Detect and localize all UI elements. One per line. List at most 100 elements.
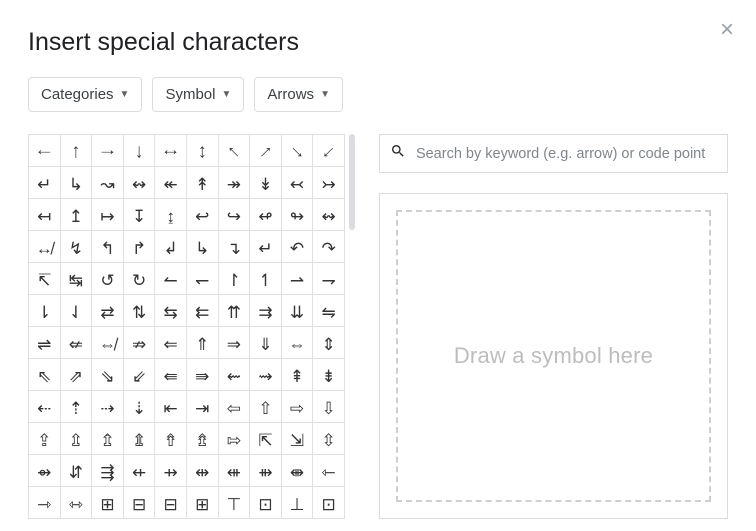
character-cell[interactable]: ← (29, 135, 61, 167)
character-cell[interactable]: ⇦ (219, 391, 251, 423)
character-cell[interactable]: ↼ (155, 263, 187, 295)
character-cell[interactable]: ⊤ (219, 487, 251, 519)
character-cell[interactable]: ⊡ (313, 487, 345, 519)
character-cell[interactable]: ↽ (187, 263, 219, 295)
character-cell[interactable]: ⇨ (282, 391, 314, 423)
character-cell[interactable]: ⊞ (92, 487, 124, 519)
character-cell[interactable]: ↗ (250, 135, 282, 167)
character-cell[interactable]: ⇯ (187, 423, 219, 455)
character-cell[interactable]: ⇣ (124, 391, 156, 423)
character-cell[interactable]: ⇿ (61, 487, 93, 519)
character-cell[interactable]: ⇴ (29, 455, 61, 487)
character-cell[interactable]: ↕ (187, 135, 219, 167)
character-cell[interactable]: ⇑ (187, 327, 219, 359)
character-cell[interactable]: ↙ (313, 135, 345, 167)
character-cell[interactable]: ↲ (155, 231, 187, 263)
character-cell[interactable]: ↶ (282, 231, 314, 263)
character-cell[interactable]: ↑ (61, 135, 93, 167)
character-cell[interactable]: ⇊ (282, 295, 314, 327)
character-cell[interactable]: ↟ (187, 167, 219, 199)
character-cell[interactable]: ↰ (92, 231, 124, 263)
character-cell[interactable]: ↝ (92, 167, 124, 199)
character-cell[interactable]: ↹ (61, 263, 93, 295)
character-cell[interactable]: ⇫ (61, 423, 93, 455)
character-cell[interactable]: ⇀ (282, 263, 314, 295)
character-cell[interactable]: ↷ (313, 231, 345, 263)
character-cell[interactable]: ↭ (124, 167, 156, 199)
draw-canvas[interactable]: Draw a symbol here (396, 210, 711, 502)
character-cell[interactable]: ⇼ (282, 455, 314, 487)
character-cell[interactable]: ↞ (155, 167, 187, 199)
character-cell[interactable]: ⇗ (61, 359, 93, 391)
character-cell[interactable]: ↴ (219, 231, 251, 263)
categories-dropdown[interactable]: Categories ▼ (28, 77, 142, 112)
character-cell[interactable]: → (92, 135, 124, 167)
character-cell[interactable]: ↧ (124, 199, 156, 231)
character-cell[interactable]: ⇒ (219, 327, 251, 359)
character-cell[interactable]: ↖ (219, 135, 251, 167)
character-cell[interactable]: ⇓ (250, 327, 282, 359)
character-cell[interactable]: ↸ (29, 263, 61, 295)
character-cell[interactable]: ↿ (250, 263, 282, 295)
character-cell[interactable]: ↫ (250, 199, 282, 231)
arrows-dropdown[interactable]: Arrows ▼ (254, 77, 343, 112)
character-cell[interactable]: ↣ (313, 167, 345, 199)
character-cell[interactable]: ⇜ (219, 359, 251, 391)
character-cell[interactable]: ⇰ (219, 423, 251, 455)
character-cell[interactable]: ⇕ (313, 327, 345, 359)
character-cell[interactable]: ⇭ (124, 423, 156, 455)
character-cell[interactable]: ↳ (61, 167, 93, 199)
character-cell[interactable]: ⇷ (124, 455, 156, 487)
character-cell[interactable]: ⊞ (187, 487, 219, 519)
character-cell[interactable]: ⇮ (155, 423, 187, 455)
character-cell[interactable]: ⇅ (124, 295, 156, 327)
character-cell[interactable]: ↻ (124, 263, 156, 295)
character-cell[interactable]: ↤ (29, 199, 61, 231)
character-cell[interactable]: ↯ (61, 231, 93, 263)
character-cell[interactable]: ⇶ (92, 455, 124, 487)
character-cell[interactable]: ⇽ (313, 455, 345, 487)
character-cell[interactable]: ⇇ (187, 295, 219, 327)
character-cell[interactable]: ⇠ (29, 391, 61, 423)
character-cell[interactable]: ↳ (187, 231, 219, 263)
character-cell[interactable]: ⇋ (313, 295, 345, 327)
character-cell[interactable]: ⇹ (187, 455, 219, 487)
character-cell[interactable]: ↨ (155, 199, 187, 231)
character-cell[interactable]: ⇸ (155, 455, 187, 487)
character-cell[interactable]: ⇃ (61, 295, 93, 327)
character-cell[interactable]: ⇾ (29, 487, 61, 519)
character-cell[interactable]: ↩ (187, 199, 219, 231)
character-cell[interactable]: ⊥ (282, 487, 314, 519)
close-button[interactable]: × (720, 18, 734, 42)
character-cell[interactable]: ↬ (282, 199, 314, 231)
symbol-dropdown[interactable]: Symbol ▼ (152, 77, 244, 112)
character-cell[interactable]: ⇬ (92, 423, 124, 455)
character-cell[interactable]: ⇲ (282, 423, 314, 455)
character-cell[interactable]: ↭ (313, 199, 345, 231)
character-cell[interactable]: ⇩ (313, 391, 345, 423)
character-cell[interactable]: ⊡ (250, 487, 282, 519)
character-cell[interactable]: ⇺ (219, 455, 251, 487)
character-cell[interactable]: ⇖ (29, 359, 61, 391)
character-cell[interactable]: ↠ (219, 167, 251, 199)
character-cell[interactable]: ⇂ (29, 295, 61, 327)
character-cell[interactable]: ↥ (61, 199, 93, 231)
character-cell[interactable]: ⇙ (124, 359, 156, 391)
character-cell[interactable]: ⇍ (61, 327, 93, 359)
character-cell[interactable]: ⇝ (250, 359, 282, 391)
character-cell[interactable]: ⇁ (313, 263, 345, 295)
character-cell[interactable]: ⇐ (155, 327, 187, 359)
character-cell[interactable]: ↮ (29, 231, 61, 263)
character-cell[interactable]: ⊟ (124, 487, 156, 519)
character-cell[interactable]: ↱ (124, 231, 156, 263)
character-cell[interactable]: ↓ (124, 135, 156, 167)
character-cell[interactable]: ⇵ (61, 455, 93, 487)
character-cell[interactable]: ⇻ (250, 455, 282, 487)
character-cell[interactable]: ⇳ (313, 423, 345, 455)
character-cell[interactable]: ↦ (92, 199, 124, 231)
character-cell[interactable]: ↵ (29, 167, 61, 199)
character-cell[interactable]: ⇱ (250, 423, 282, 455)
character-cell[interactable]: ↪ (219, 199, 251, 231)
character-cell[interactable]: ⇌ (29, 327, 61, 359)
character-cell[interactable]: ⇆ (155, 295, 187, 327)
